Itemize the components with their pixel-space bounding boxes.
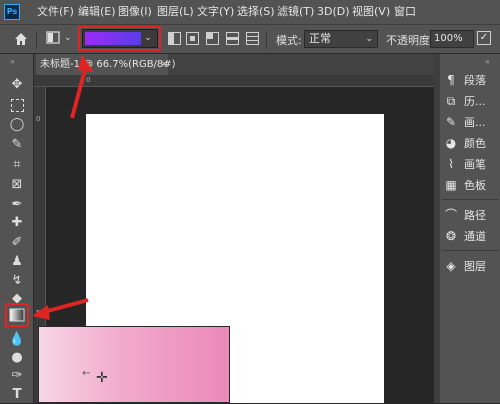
annotation-arrow-top bbox=[70, 55, 94, 119]
annotation-arrows bbox=[32, 55, 94, 320]
annotation-arrow-tool bbox=[32, 298, 89, 320]
